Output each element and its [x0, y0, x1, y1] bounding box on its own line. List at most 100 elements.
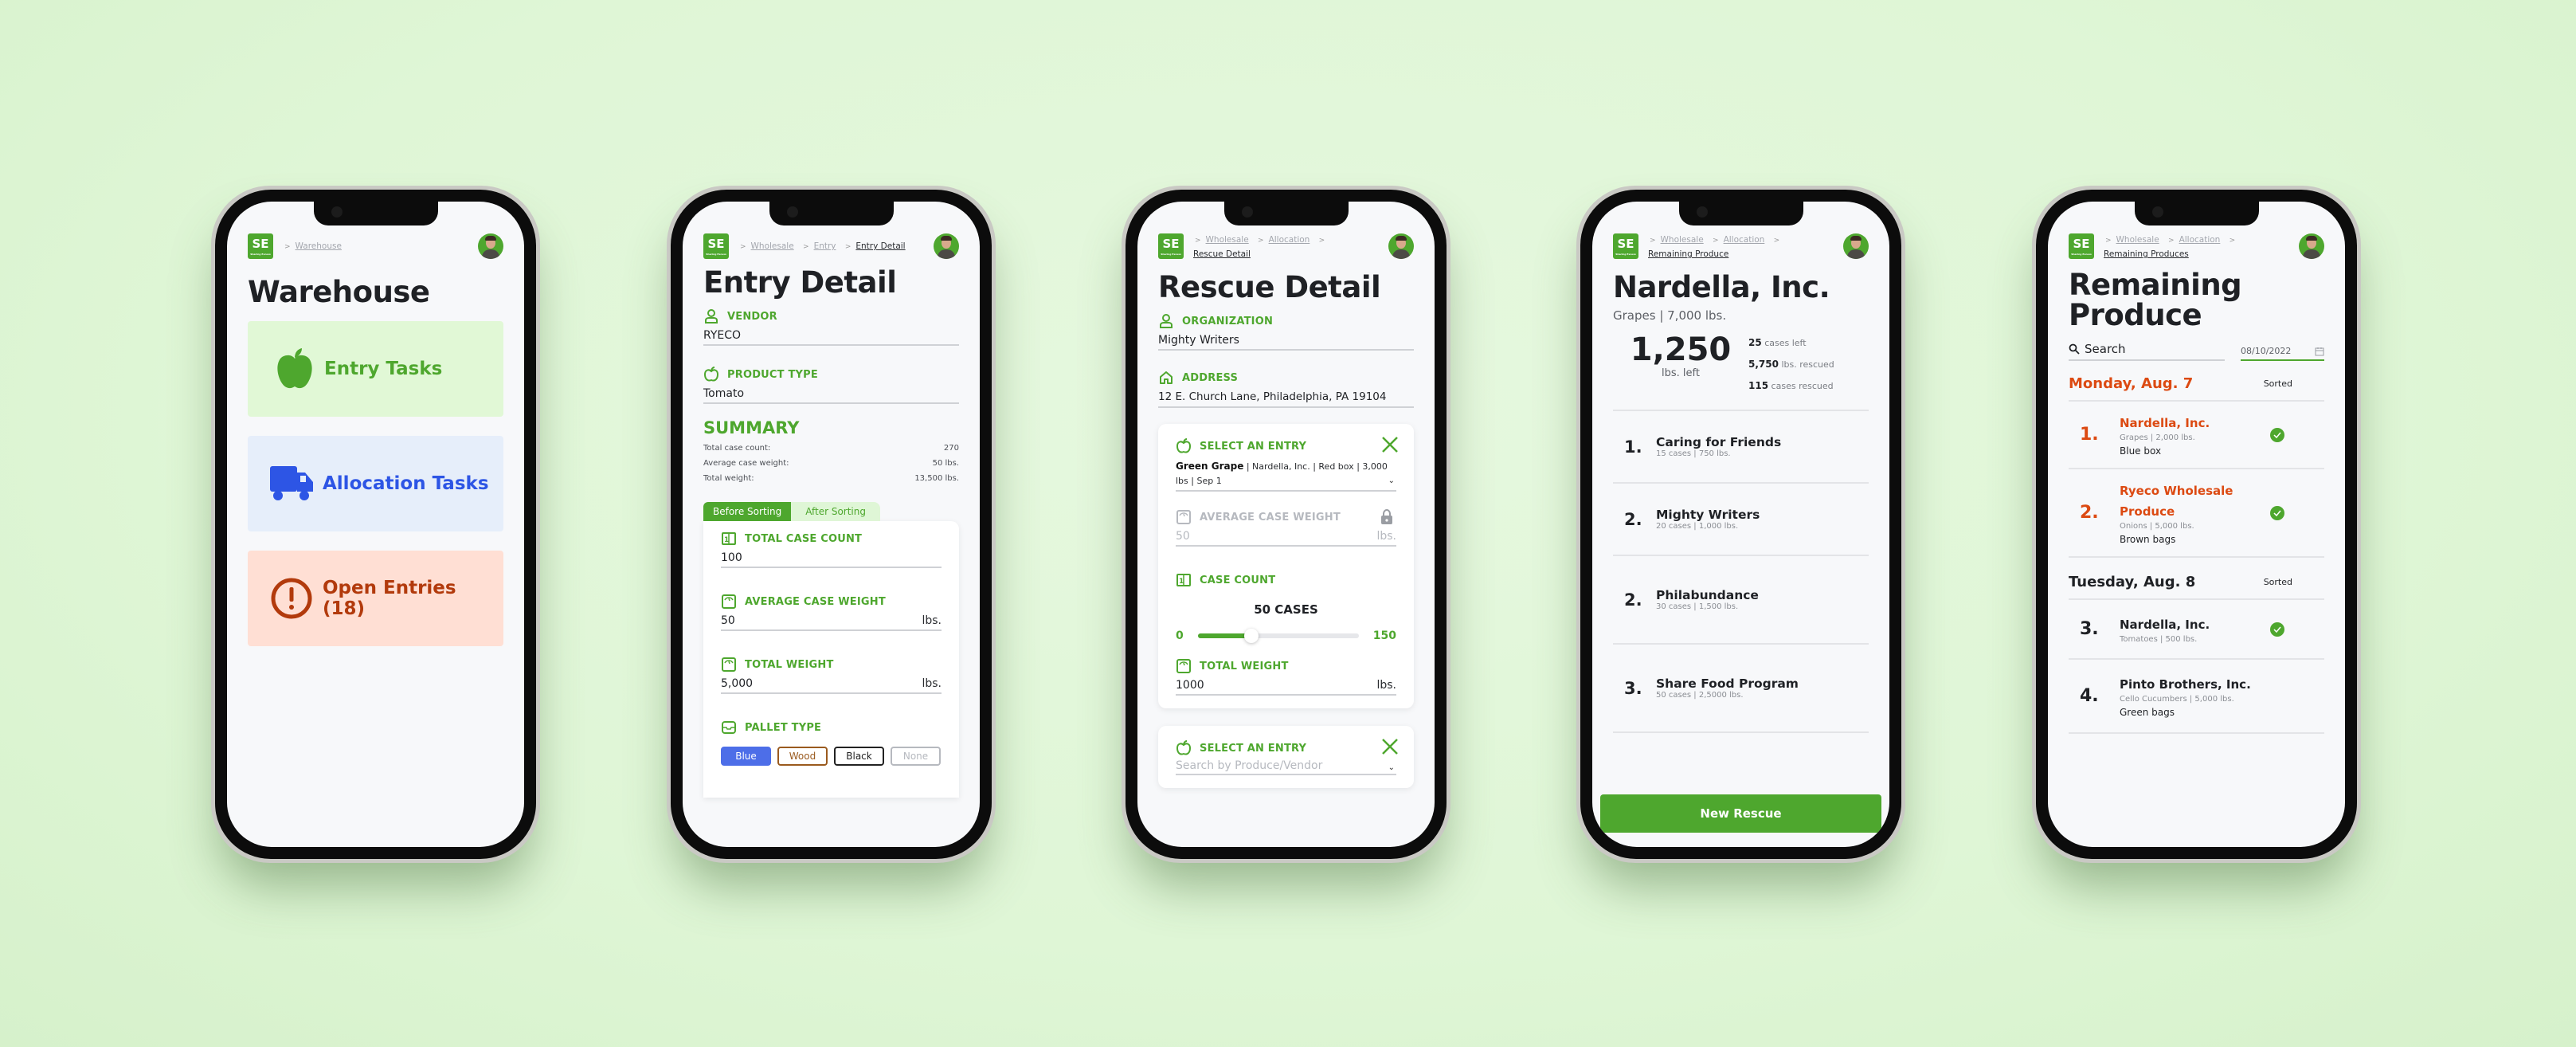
- produce-item[interactable]: 1. Nardella, Inc. Grapes | 2,000 lbs. Blue…: [2069, 402, 2324, 469]
- entry-select[interactable]: Green Grape | Nardella, Inc. | Red box |…: [1176, 454, 1396, 492]
- small-stats: 25 cases left 5,750 lbs. rescued 115 cas…: [1748, 332, 1834, 397]
- pallet-option-blue[interactable]: Blue: [721, 747, 771, 766]
- pallet-type-field: PALLET TYPE Blue Wood Black None: [721, 720, 942, 766]
- tab-before-sorting[interactable]: Before Sorting: [703, 502, 792, 521]
- pallet-option-black[interactable]: Black: [834, 747, 884, 766]
- open-entries-tile[interactable]: Open Entries (18): [248, 551, 503, 646]
- phone-notch: [313, 202, 438, 225]
- chevron-down-icon: ⌄: [1388, 476, 1395, 485]
- item-meta: 50 cases | 2,5000 lbs.: [1656, 691, 1744, 700]
- inbox-icon: [721, 720, 737, 735]
- tab-after-sorting[interactable]: After Sorting: [791, 502, 880, 521]
- camera-icon: [1696, 206, 1708, 218]
- avatar[interactable]: [478, 233, 503, 259]
- date-input[interactable]: 08/10/2022: [2241, 346, 2324, 361]
- list-item[interactable]: 2. Mighty Writers 20 cases | 1,000 lbs.: [1613, 484, 1869, 556]
- breadcrumb-wholesale[interactable]: Wholesale: [751, 241, 794, 251]
- unit-label: lbs.: [922, 677, 942, 690]
- day-label: Monday, Aug. 7: [2069, 375, 2194, 392]
- sorting-tabs: Before Sorting After Sorting: [703, 502, 959, 521]
- slider-track[interactable]: [1197, 629, 1359, 643]
- logo-tagline: Sharing Excess: [2071, 253, 2092, 256]
- breadcrumb-entry-detail[interactable]: Entry Detail: [855, 241, 905, 251]
- slider-thumb[interactable]: [1244, 629, 1259, 643]
- apple-icon: [273, 347, 316, 390]
- average-case-weight-input[interactable]: 50 lbs.: [721, 610, 942, 631]
- product-type-field: PRODUCT TYPE Tomato: [703, 367, 959, 404]
- pallet-option-wood[interactable]: Wood: [777, 747, 828, 766]
- top-bar: SE Sharing Excess > Warehouse: [248, 233, 503, 261]
- calendar-icon[interactable]: [2315, 347, 2324, 356]
- logo[interactable]: SE Sharing Excess: [2069, 233, 2094, 259]
- product-type-input[interactable]: Tomato: [703, 382, 959, 404]
- pallet-option-none[interactable]: None: [891, 747, 941, 766]
- slider-max: 150: [1372, 629, 1396, 642]
- summary-value: 50 lbs.: [932, 459, 959, 468]
- avg-case-weight-field: AVERAGE CASE WEIGHT 50 lbs.: [1176, 509, 1396, 547]
- user-icon: [703, 308, 719, 324]
- address-label: ADDRESS: [1182, 371, 1239, 384]
- produce-item[interactable]: 3. Nardella, Inc. Tomatoes | 500 lbs.: [2069, 600, 2324, 660]
- stat-cases-left: 25 cases left: [1748, 332, 1834, 354]
- produce-item[interactable]: 2. Ryeco Wholesale Produce Onions | 5,000…: [2069, 469, 2324, 558]
- entry-tasks-tile[interactable]: Entry Tasks: [248, 321, 503, 417]
- search-input[interactable]: Search: [2069, 342, 2225, 361]
- close-icon[interactable]: [1380, 435, 1400, 454]
- item-name: Pinto Brothers, Inc.: [2120, 677, 2251, 692]
- organization-value: Mighty Writers: [1158, 334, 1239, 347]
- list-item[interactable]: 1. Caring for Friends 15 cases | 750 lbs.: [1613, 411, 1869, 484]
- case-count-field: 1 CASE COUNT 50 CASES 0 150: [1176, 572, 1396, 643]
- produce-item[interactable]: 4. Pinto Brothers, Inc. Cello Cucumbers |…: [2069, 660, 2324, 734]
- page-title: Warehouse: [248, 275, 430, 309]
- stat-lbs-rescued: 5,750 lbs. rescued: [1748, 354, 1834, 375]
- total-case-count-input[interactable]: 100: [721, 547, 942, 568]
- breadcrumb-warehouse[interactable]: Warehouse: [296, 241, 342, 251]
- breadcrumb-wholesale[interactable]: Wholesale: [1206, 235, 1249, 245]
- logo[interactable]: SE Sharing Excess: [1158, 233, 1184, 259]
- list-item[interactable]: 3. Share Food Program 50 cases | 2,5000 lb…: [1613, 645, 1869, 733]
- logo[interactable]: SE Sharing Excess: [1613, 233, 1638, 259]
- average-case-weight-value: 50: [721, 614, 735, 627]
- avatar[interactable]: [934, 233, 959, 259]
- item-rank: 2.: [2080, 503, 2099, 523]
- allocation-tasks-tile[interactable]: Allocation Tasks: [248, 436, 503, 531]
- new-rescue-button[interactable]: New Rescue: [1600, 794, 1881, 833]
- avatar[interactable]: [1388, 233, 1414, 259]
- item-name: Share Food Program: [1656, 676, 1799, 691]
- breadcrumb-wholesale[interactable]: Wholesale: [2116, 235, 2159, 245]
- phone-bezel: SE Sharing Excess > Wholesale > Allocation …: [2036, 190, 2357, 859]
- breadcrumb-rescue-detail[interactable]: Rescue Detail: [1193, 249, 1251, 259]
- summary-row: Average case weight: 50 lbs.: [703, 459, 959, 468]
- breadcrumb-allocation[interactable]: Allocation: [1724, 235, 1765, 245]
- total-weight-input[interactable]: 5,000 lbs.: [721, 673, 942, 694]
- item-name: Caring for Friends: [1656, 435, 1782, 449]
- breadcrumb-allocation[interactable]: Allocation: [2179, 235, 2221, 245]
- organization-input[interactable]: Mighty Writers: [1158, 329, 1414, 351]
- summary-label: Average case weight:: [703, 459, 789, 468]
- logo[interactable]: SE Sharing Excess: [248, 233, 273, 259]
- breadcrumb-remaining-produces[interactable]: Remaining Produces: [2104, 249, 2189, 259]
- entry-search-input[interactable]: Search by Produce/Vendor ⌄: [1176, 756, 1396, 775]
- total-weight-field: TOTAL WEIGHT 1000 lbs.: [1176, 658, 1396, 696]
- select-entry-label: SELECT AN ENTRY: [1200, 440, 1307, 453]
- top-bar: SE Sharing Excess > Wholesale > Allocation …: [1613, 233, 1869, 261]
- breadcrumb-wholesale[interactable]: Wholesale: [1661, 235, 1704, 245]
- logo[interactable]: SE Sharing Excess: [703, 233, 729, 259]
- open-entries-label: Open Entries (18): [323, 578, 456, 619]
- total-weight-field: TOTAL WEIGHT 5,000 lbs.: [721, 657, 942, 694]
- avatar[interactable]: [1843, 233, 1869, 259]
- summary-row: Total weight: 13,500 lbs.: [703, 474, 959, 483]
- item-meta: 20 cases | 1,000 lbs.: [1656, 522, 1739, 531]
- address-input[interactable]: 12 E. Church Lane, Philadelphia, PA 1910…: [1158, 386, 1414, 408]
- filter-row: Search 08/10/2022: [2069, 342, 2324, 361]
- close-icon[interactable]: [1380, 737, 1400, 756]
- breadcrumb-remaining-produce[interactable]: Remaining Produce: [1648, 249, 1728, 259]
- breadcrumb-entry[interactable]: Entry: [814, 241, 836, 251]
- list-item[interactable]: 2. Philabundance 30 cases | 1,500 lbs.: [1613, 556, 1869, 645]
- breadcrumb-allocation[interactable]: Allocation: [1269, 235, 1310, 245]
- vendor-input[interactable]: RYECO: [703, 324, 959, 346]
- avatar[interactable]: [2299, 233, 2324, 259]
- total-weight-input[interactable]: 1000 lbs.: [1176, 674, 1396, 696]
- logo-text: SE: [1162, 237, 1180, 251]
- breadcrumb: > Wholesale > Allocation > Remaining Produc…: [1648, 233, 1843, 261]
